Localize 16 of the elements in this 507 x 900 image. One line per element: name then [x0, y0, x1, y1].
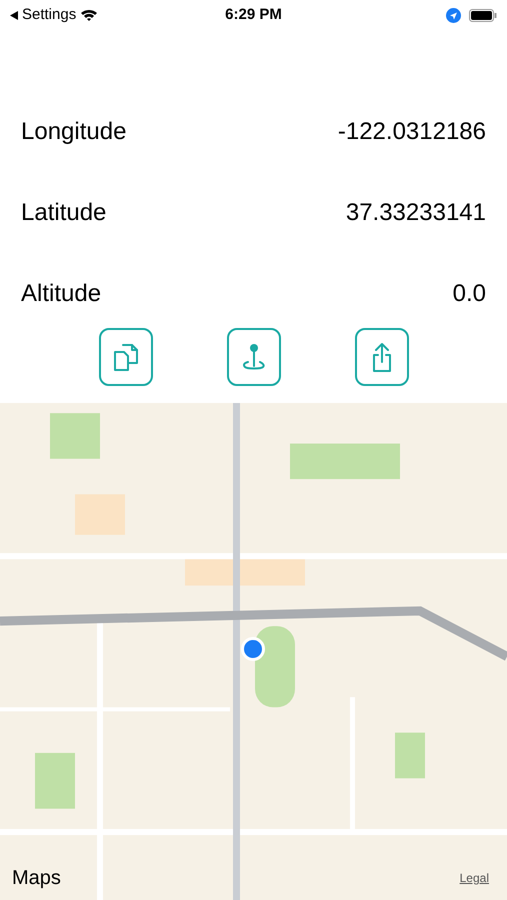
reading-value: 0.0: [452, 278, 486, 308]
wifi-icon: [80, 8, 98, 22]
pin-button[interactable]: [226, 328, 280, 386]
legal-link[interactable]: Legal: [460, 869, 489, 887]
maps-logo: Maps: [12, 866, 61, 891]
reading-label: Latitude: [21, 198, 106, 228]
copy-button[interactable]: [98, 328, 152, 386]
reading-label: Altitude: [21, 278, 102, 308]
reading-label: Longitude: [21, 116, 126, 146]
reading-value: 37.33233141: [346, 198, 486, 228]
share-button[interactable]: [354, 328, 408, 386]
battery-icon: [469, 8, 497, 22]
back-link[interactable]: Settings: [22, 4, 76, 26]
back-caret-icon[interactable]: [10, 10, 18, 20]
status-time: 6:29 PM: [224, 4, 283, 25]
reading-value: -122.0312186: [338, 116, 486, 146]
